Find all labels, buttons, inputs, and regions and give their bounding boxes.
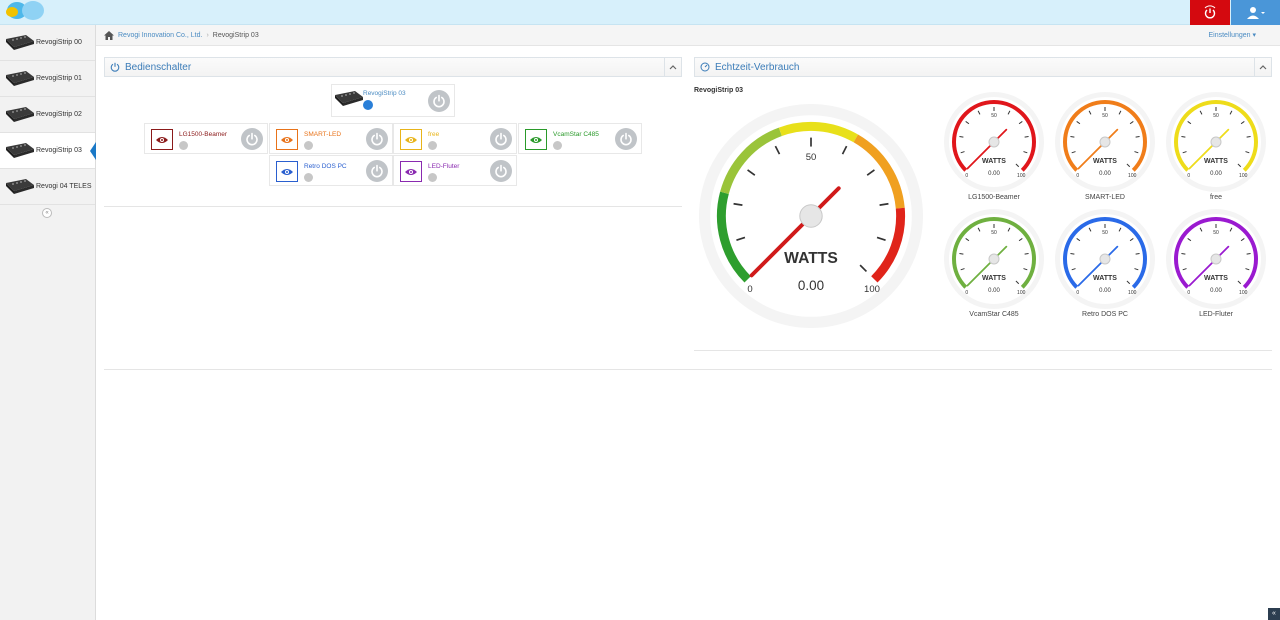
gauge-tick-label: 50 [1102,113,1108,119]
gauge-value: 0.00 [1210,171,1222,177]
gauge-tick-label: 0 [1187,173,1190,179]
gauge-value: 0.00 [1210,288,1222,294]
gauge-tick-label: 100 [1239,173,1248,179]
gauge-tick-label: 0 [1076,173,1079,179]
gauge-hub [799,204,823,228]
scroll-to-top-button[interactable]: « [1268,608,1280,620]
gauge-label: VcamStar C485 [969,311,1019,318]
gauge-label: LG1500-Beamer [968,194,1020,201]
gauge-tick-label: 0 [965,173,968,179]
gauge-value: 0.00 [798,278,824,293]
gauge-value: 0.00 [1099,171,1111,177]
gauge-tick [1135,136,1140,138]
gauge-tick-label: 100 [1128,290,1137,296]
gauge-tick-label: 100 [1128,173,1137,179]
gauge-tick-label: 50 [991,113,997,119]
gauge-tick [1181,136,1186,138]
gauge-tick [1024,136,1029,138]
gauge-tick [1070,253,1075,255]
gauge-tick-label: 50 [1213,113,1219,119]
gauge-label: free [1209,194,1223,201]
gauge-tick [1135,253,1140,255]
gauge-tick-label: 50 [806,152,817,163]
gauge-tick-label: 100 [1017,173,1026,179]
gauge-unit: WATTS [1093,158,1117,165]
gauges-area: 50 0 100 WATTS 0.00 50 0 100 WATTS 0.00 50 0 100 WATT… [699,92,1266,328]
gauge-unit: WATTS [1204,158,1228,165]
gauge-hub [1210,253,1222,265]
gauge-tick-label: 0 [965,290,968,296]
gauge-tick-label: 50 [991,230,997,236]
gauge-hub [988,253,1000,265]
gauge-unit: WATTS [1204,275,1228,282]
gauge-tick-label: 50 [1102,230,1108,236]
gauge-label: Retro DOS PC [1082,311,1128,318]
gauge-value: 0.00 [988,288,1000,294]
gauge-tick [1246,253,1251,255]
gauge-label: LED-Fluter [1199,311,1233,318]
gauge-hub [988,136,1000,148]
gauge-unit: WATTS [1093,275,1117,282]
gauge-unit: WATTS [982,275,1006,282]
gauge-tick [959,253,964,255]
gauge-label: SMART-LED [1085,194,1125,201]
gauge-value: 0.00 [1099,288,1111,294]
gauge-hub [1099,253,1111,265]
gauge-hub [1210,136,1222,148]
gauge-tick-label: 0 [747,284,752,295]
gauge-tick-label: 0 [1076,290,1079,296]
gauge-tick [1070,136,1075,138]
gauge-unit: WATTS [784,250,838,267]
gauge-hub [1099,136,1111,148]
gauge-tick [959,136,964,138]
gauge-tick-label: 100 [1239,290,1248,296]
gauge-tick [1246,136,1251,138]
gauge-tick-label: 100 [864,284,880,295]
gauge-unit: WATTS [982,158,1006,165]
gauge-tick-label: 50 [1213,230,1219,236]
gauge-value: 0.00 [988,171,1000,177]
gauge-tick-label: 0 [1187,290,1190,296]
gauge-tick-label: 100 [1017,290,1026,296]
gauge-tick [1181,253,1186,255]
gauge-tick [1024,253,1029,255]
